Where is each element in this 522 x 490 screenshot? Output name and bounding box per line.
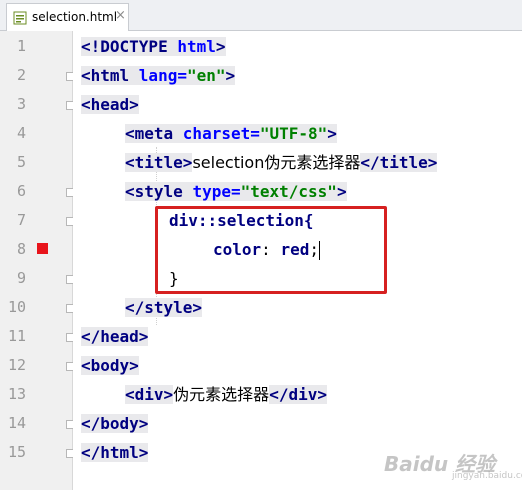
line-number: 6 (16, 182, 26, 200)
token: selection伪元素选择器 (192, 153, 361, 172)
line-number: 8 (16, 240, 26, 258)
code-line-14: </body> (81, 409, 149, 438)
code-line-12: <body> (81, 351, 139, 380)
line-number: 13 (7, 385, 26, 403)
token: charset= (182, 124, 260, 143)
code-line-2: <html lang="en"> (81, 61, 236, 90)
token: > (225, 66, 236, 85)
code-line-5: <title>selection伪元素选择器</title> (125, 148, 438, 177)
token: "text/css" (240, 182, 337, 201)
line-number: 4 (16, 124, 26, 142)
line-number: 9 (16, 269, 26, 287)
token: <head> (81, 95, 139, 114)
token: <meta (125, 124, 183, 143)
token: <title> (125, 153, 193, 172)
token: lang= (138, 66, 187, 85)
line-number: 7 (16, 211, 26, 229)
token: html (177, 37, 216, 56)
code-line-10: </style> (125, 293, 203, 322)
editor-tab-bar: selection.html × (0, 0, 522, 31)
token: 伪元素选择器 (173, 385, 270, 404)
watermark-url: jingyan.baidu.com (452, 471, 522, 481)
tab-selection-html[interactable]: selection.html × (6, 3, 129, 31)
token: </body> (81, 414, 149, 433)
token: <!DOCTYPE (81, 37, 178, 56)
code-line-6: <style type="text/css"> (125, 177, 347, 206)
token: </html> (81, 443, 149, 462)
annotation-box (155, 206, 387, 294)
code-line-13: <div>伪元素选择器</div> (125, 380, 327, 409)
token: "UTF-8" (259, 124, 328, 143)
line-number: 10 (7, 298, 26, 316)
token: <html (81, 66, 139, 85)
html-file-icon (13, 11, 27, 25)
line-number: 5 (16, 153, 26, 171)
code-line-15: </html> (81, 438, 149, 467)
token: type= (192, 182, 241, 201)
line-number: 14 (7, 414, 26, 432)
token: <div> (125, 385, 174, 404)
token: > (327, 124, 337, 143)
code-line-3: <head> (81, 90, 139, 119)
token: <style (125, 182, 193, 201)
line-number: 11 (7, 327, 26, 345)
token: <body> (81, 356, 139, 375)
line-number: 12 (7, 356, 26, 374)
token: > (336, 182, 347, 201)
tab-label: selection.html (32, 10, 118, 24)
line-number: 1 (16, 37, 26, 55)
token: </style> (125, 298, 203, 317)
code-line-11: </head> (81, 322, 149, 351)
token: "en" (186, 66, 226, 85)
code-line-1: <!DOCTYPE html> (81, 32, 226, 61)
editor-gutter: 1 2 3 4 5 6 7 8 9 10 11 12 13 14 15 (0, 31, 75, 490)
line-number: 2 (16, 66, 26, 84)
token: </head> (81, 327, 149, 346)
breakpoint-icon[interactable] (37, 243, 48, 254)
token: </title> (360, 153, 438, 172)
close-icon[interactable]: × (115, 8, 126, 23)
token: > (215, 37, 226, 56)
token: </div> (269, 385, 327, 404)
line-number: 3 (16, 95, 26, 113)
line-number: 15 (7, 443, 26, 461)
code-line-4: <meta charset="UTF-8"> (125, 119, 337, 148)
